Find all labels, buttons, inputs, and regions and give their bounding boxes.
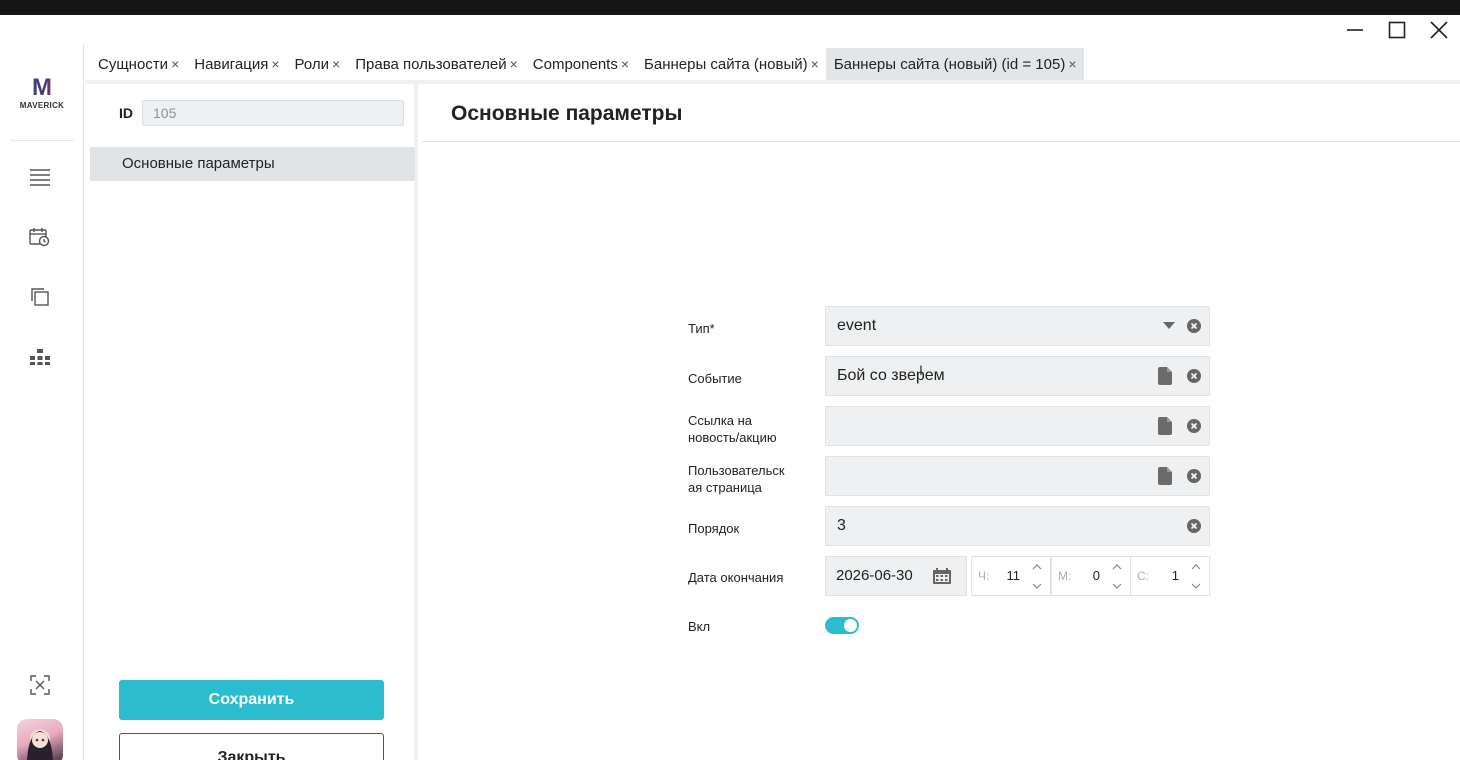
news-link-field[interactable] [825, 406, 1210, 446]
clear-icon[interactable] [1187, 419, 1201, 433]
side-rail: M MAVERICK [0, 45, 84, 760]
logo-text: MAVERICK [19, 101, 65, 110]
event-field[interactable]: Бой со зверем [825, 356, 1210, 396]
user-page-field[interactable] [825, 456, 1210, 496]
tab-label: Баннеры сайта (новый) [644, 55, 808, 73]
close-window-button[interactable] [1418, 15, 1460, 45]
news-link-label-line1: Ссылка на [688, 413, 753, 428]
type-value: event [837, 317, 877, 334]
tab-label: Роли [294, 55, 330, 73]
close-button[interactable]: Закрыть [119, 733, 384, 760]
text-cursor-icon: I [919, 362, 923, 378]
window-controls [1334, 15, 1460, 45]
clear-icon[interactable] [1187, 369, 1201, 383]
document-icon[interactable] [1158, 467, 1172, 485]
minutes-stepper[interactable]: М: 0 [1051, 556, 1131, 596]
tab-label: Навигация [194, 55, 269, 73]
clear-icon[interactable] [1187, 469, 1201, 483]
document-icon[interactable] [1158, 417, 1172, 435]
tab-label: Права пользователей [355, 55, 507, 73]
maximize-button[interactable] [1376, 15, 1418, 45]
user-avatar[interactable] [17, 719, 63, 760]
chevron-up-icon[interactable] [1112, 563, 1122, 571]
tab-banners-105[interactable]: Баннеры сайта (новый) (id = 105) × [825, 48, 1084, 80]
calendar-icon[interactable] [933, 568, 951, 584]
top-system-bar [0, 0, 1460, 15]
user-page-label-line2: ая страница [688, 480, 762, 495]
calendar-clock-icon[interactable] [28, 225, 52, 249]
date-input[interactable]: 2026-06-30 [825, 556, 967, 596]
seconds-label: С: [1137, 569, 1149, 583]
app-logo[interactable]: M MAVERICK [0, 76, 84, 111]
maximize-icon [1388, 21, 1406, 39]
clear-icon[interactable] [1187, 319, 1201, 333]
copy-icon[interactable] [28, 285, 52, 309]
tab-label: Components [532, 55, 618, 73]
hours-label: Ч: [978, 569, 990, 583]
tab-entities[interactable]: Сущности × [90, 48, 186, 80]
seconds-value: 1 [1171, 568, 1179, 583]
rail-divider [10, 140, 74, 141]
save-button[interactable]: Сохранить [119, 680, 384, 720]
enabled-toggle[interactable] [825, 617, 859, 634]
close-tab-icon[interactable]: × [510, 56, 518, 72]
close-tab-icon[interactable]: × [811, 56, 819, 72]
hours-stepper[interactable]: Ч: 11 [971, 556, 1051, 596]
order-value: 3 [837, 517, 846, 534]
type-label: Тип* [688, 321, 715, 336]
close-tab-icon[interactable]: × [621, 56, 629, 72]
tab-bar: Сущности × Навигация × Роли × Права пользов… [90, 48, 1084, 80]
minimize-button[interactable] [1334, 15, 1376, 45]
tab-navigation[interactable]: Навигация × [186, 48, 286, 80]
minutes-value: 0 [1092, 568, 1100, 583]
order-label: Порядок [688, 521, 740, 536]
seconds-stepper[interactable]: С: 1 [1130, 556, 1210, 596]
type-select[interactable]: event [825, 306, 1210, 346]
chevron-down-icon[interactable] [1112, 582, 1122, 590]
chevron-up-icon[interactable] [1191, 563, 1201, 571]
event-label: Событие [688, 371, 742, 386]
user-page-label-line1: Пользовательск [688, 463, 785, 478]
tab-components[interactable]: Components × [525, 48, 636, 80]
event-value: Бой со зверем [837, 367, 945, 384]
close-icon [1430, 21, 1448, 39]
chevron-down-icon[interactable] [1163, 322, 1175, 330]
close-tab-icon[interactable]: × [271, 56, 279, 72]
nav-item-main-params[interactable]: Основные параметры [90, 147, 415, 181]
tab-roles[interactable]: Роли × [287, 48, 348, 80]
news-link-label-line2: новость/акцию [688, 430, 777, 445]
end-date-label: Дата окончания [688, 570, 784, 585]
clear-icon[interactable] [1187, 519, 1201, 533]
close-tab-icon[interactable]: × [171, 56, 179, 72]
logo-mark: M [0, 76, 84, 100]
hours-value: 11 [1006, 568, 1021, 583]
tab-label: Сущности [98, 55, 169, 73]
date-value: 2026-06-30 [836, 567, 913, 584]
page-title: Основные параметры [451, 102, 683, 125]
news-link-label: Ссылка на новость/акцию [688, 412, 777, 446]
id-field: 105 [142, 100, 404, 126]
order-field[interactable]: 3 [825, 506, 1210, 546]
tab-label: Баннеры сайта (новый) (id = 105) [833, 55, 1066, 73]
enabled-label: Вкл [688, 619, 711, 634]
close-tab-icon[interactable]: × [332, 56, 340, 72]
collapse-icon[interactable] [28, 673, 52, 697]
hierarchy-icon[interactable] [28, 345, 52, 369]
minutes-label: М: [1058, 569, 1072, 583]
chevron-up-icon[interactable] [1032, 563, 1042, 571]
tab-user-rights[interactable]: Права пользователей × [347, 48, 525, 80]
user-page-label: Пользовательск ая страница [688, 462, 785, 496]
chevron-down-icon[interactable] [1032, 582, 1042, 590]
chevron-down-icon[interactable] [1191, 582, 1201, 590]
toggle-knob [844, 619, 857, 632]
minimize-icon [1347, 29, 1363, 31]
close-tab-icon[interactable]: × [1068, 56, 1076, 72]
left-panel: ID 105 Основные параметры Сохранить Закр… [86, 84, 418, 760]
document-icon[interactable] [1158, 367, 1172, 385]
id-label: ID [119, 105, 133, 121]
title-divider [422, 141, 1460, 142]
tab-banners-new[interactable]: Баннеры сайта (новый) × [636, 48, 826, 80]
menu-icon[interactable] [28, 165, 52, 189]
